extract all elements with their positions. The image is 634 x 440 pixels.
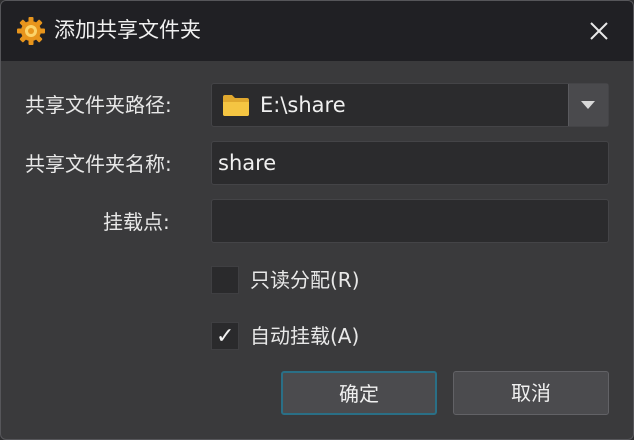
- readonly-label: 只读分配(R): [250, 268, 360, 292]
- cancel-button-label: 取消: [511, 381, 551, 405]
- folder-path-value: E:\share: [260, 93, 346, 117]
- gear-icon: [17, 17, 45, 45]
- folder-path-combobox[interactable]: E:\share: [211, 83, 609, 127]
- folder-name-field[interactable]: share: [211, 141, 609, 185]
- readonly-checkbox[interactable]: [211, 266, 239, 294]
- automount-label: 自动挂载(A): [250, 324, 360, 348]
- title-bar: 添加共享文件夹: [1, 1, 633, 61]
- add-shared-folder-dialog: 添加共享文件夹 共享文件夹路径: E:\share 共享文件夹名称: share…: [0, 0, 634, 440]
- folder-icon: [223, 95, 249, 116]
- cancel-button[interactable]: 取消: [453, 371, 609, 415]
- folder-name-value: share: [218, 151, 277, 175]
- check-icon: ✓: [216, 324, 235, 349]
- automount-checkbox[interactable]: ✓: [211, 322, 239, 350]
- mount-point-field[interactable]: [211, 199, 609, 243]
- automount-option[interactable]: ✓ 自动挂载(A): [211, 321, 411, 351]
- chevron-down-icon: [581, 101, 595, 109]
- folder-name-label: 共享文件夹名称:: [25, 152, 172, 176]
- ok-button-label: 确定: [339, 382, 379, 406]
- close-button[interactable]: [579, 13, 619, 49]
- close-icon: [590, 22, 608, 40]
- ok-button[interactable]: 确定: [281, 371, 437, 415]
- readonly-option[interactable]: 只读分配(R): [211, 265, 411, 295]
- mount-point-label: 挂载点:: [103, 210, 170, 234]
- folder-path-label: 共享文件夹路径:: [25, 93, 172, 117]
- folder-path-dropdown-button[interactable]: [568, 84, 608, 126]
- dialog-title: 添加共享文件夹: [54, 18, 201, 42]
